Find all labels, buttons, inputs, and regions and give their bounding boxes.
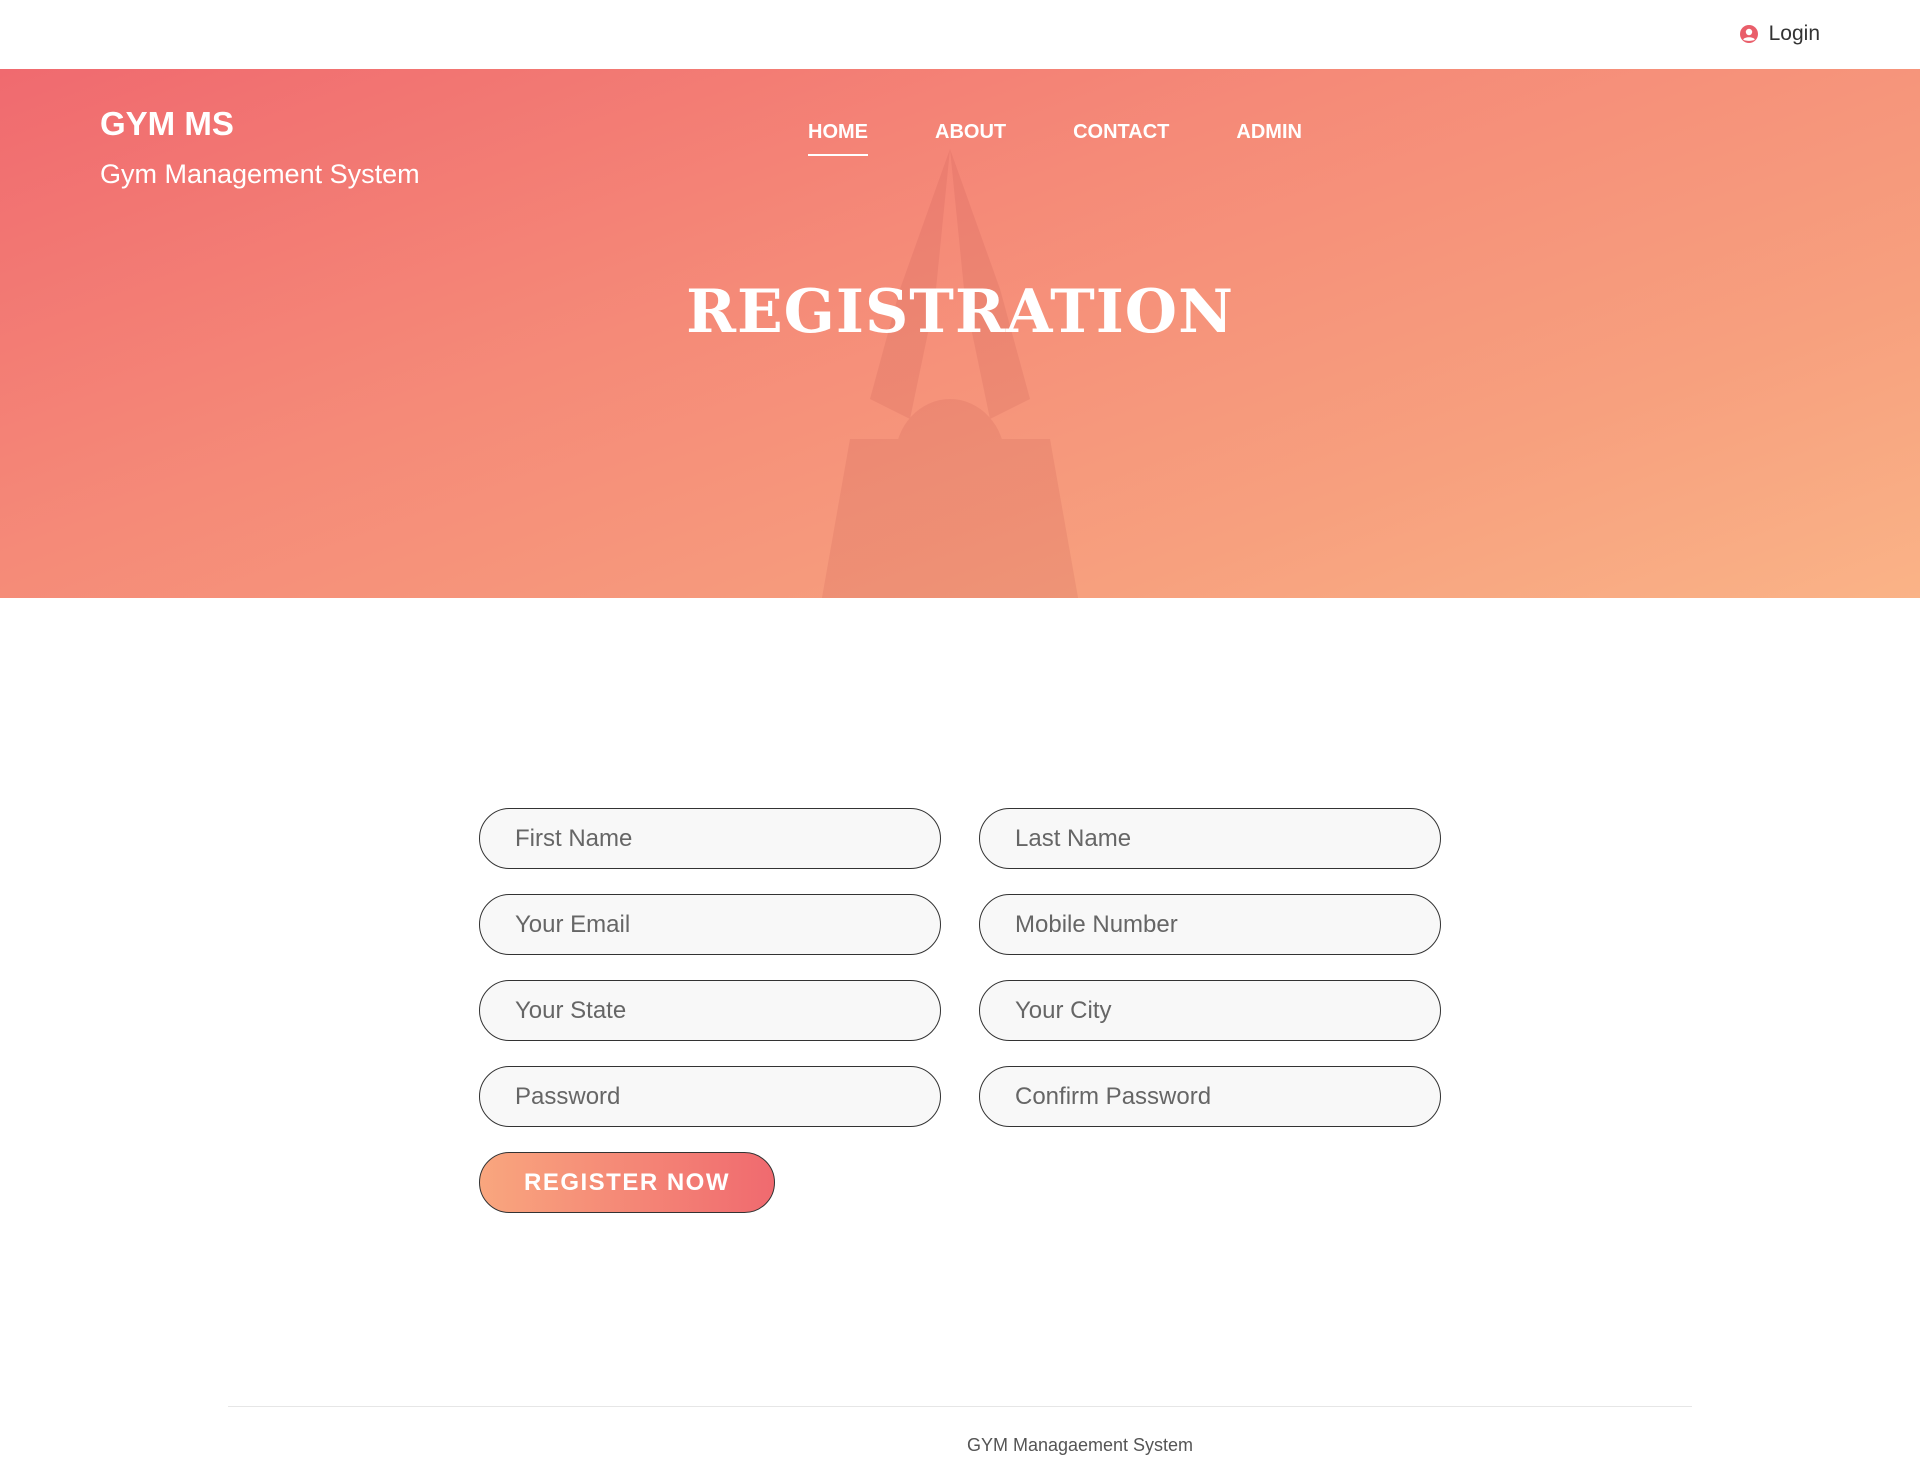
password-input[interactable] xyxy=(479,1066,941,1127)
page-title: REGISTRATION xyxy=(686,277,1234,347)
nav-admin[interactable]: ADMIN xyxy=(1236,121,1302,156)
top-bar: Login xyxy=(0,0,1920,69)
first-name-input[interactable] xyxy=(479,808,941,869)
form-row-password xyxy=(479,1066,1441,1127)
registration-form: REGISTER NOW xyxy=(479,808,1441,1213)
brand-title[interactable]: GYM MS xyxy=(100,105,234,143)
register-button[interactable]: REGISTER NOW xyxy=(479,1152,775,1213)
nav-home[interactable]: HOME xyxy=(808,121,868,156)
state-input[interactable] xyxy=(479,980,941,1041)
email-input[interactable] xyxy=(479,894,941,955)
brand-subtitle: Gym Management System xyxy=(100,159,420,189)
city-input[interactable] xyxy=(979,980,1441,1041)
form-row-location xyxy=(479,980,1441,1041)
form-row-contact xyxy=(479,894,1441,955)
footer-divider xyxy=(228,1406,1692,1407)
nav-about[interactable]: ABOUT xyxy=(935,121,1006,156)
login-link[interactable]: Login xyxy=(1739,22,1820,46)
last-name-input[interactable] xyxy=(979,808,1441,869)
hero-background-figure xyxy=(821,149,1079,598)
footer-text: GYM Managaement System xyxy=(966,1435,1194,1455)
nav-contact[interactable]: CONTACT xyxy=(1073,121,1169,156)
user-circle-icon xyxy=(1739,25,1758,43)
main-nav: HOME ABOUT CONTACT ADMIN xyxy=(808,121,1302,156)
confirm-password-input[interactable] xyxy=(979,1066,1441,1127)
login-label: Login xyxy=(1768,22,1820,45)
mobile-input[interactable] xyxy=(979,894,1441,955)
form-row-name xyxy=(479,808,1441,869)
hero-banner: GYM MS Gym Management System HOME ABOUT … xyxy=(0,69,1920,598)
